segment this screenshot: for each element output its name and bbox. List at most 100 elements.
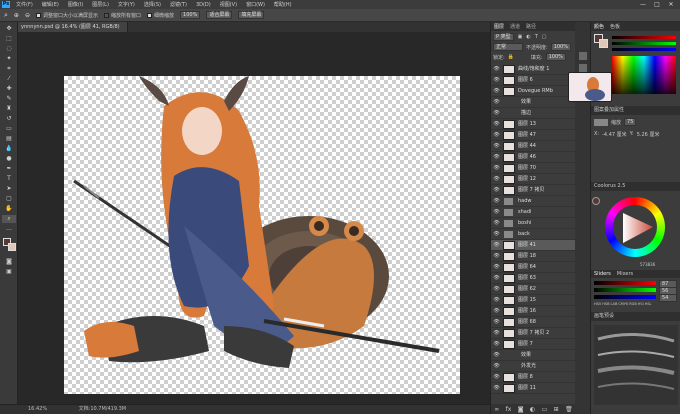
menu-window[interactable]: 窗口(W) xyxy=(246,1,265,8)
navigator-thumbnail[interactable] xyxy=(568,72,612,102)
trash-icon[interactable]: 🗑 xyxy=(565,406,573,413)
zoom-all-windows-checkbox[interactable]: 缩放所有窗口 xyxy=(104,12,141,19)
folder-icon[interactable]: ▭ xyxy=(542,406,548,413)
visibility-eye-icon[interactable]: 👁 xyxy=(493,352,500,359)
visibility-eye-icon[interactable]: 👁 xyxy=(493,286,500,293)
menu-view[interactable]: 视图(V) xyxy=(220,1,237,8)
layer-row[interactable]: 👁 图层 18 xyxy=(491,251,576,262)
green-slider[interactable] xyxy=(612,42,676,45)
layer-row[interactable]: 👁 图层 7 xyxy=(491,339,576,350)
layer-row[interactable]: 👁 外发光 xyxy=(491,361,576,372)
layer-row[interactable]: 👁 shadi xyxy=(491,207,576,218)
layer-kind-filter[interactable]: P 类型 xyxy=(493,33,514,41)
layer-row[interactable]: 👁 效果 xyxy=(491,97,576,108)
coolorus-b-value[interactable]: 54 xyxy=(659,294,677,302)
menu-file[interactable]: 文件(F) xyxy=(16,1,33,8)
layer-row[interactable]: 👁 back xyxy=(491,229,576,240)
pattern-swatch[interactable] xyxy=(594,118,608,126)
layer-row[interactable]: 👁 图层 16 xyxy=(491,306,576,317)
layer-row[interactable]: 👁 图层 44 xyxy=(491,141,576,152)
menu-3d[interactable]: 3D(D) xyxy=(196,2,211,8)
layer-row[interactable]: 👁 效果 xyxy=(491,350,576,361)
tab-swatches[interactable]: 色板 xyxy=(610,23,620,30)
layer-row[interactable]: 👁 图层 68 xyxy=(491,317,576,328)
zoom-in-icon[interactable]: ⊕ xyxy=(14,12,19,19)
tab-mixers[interactable]: Mixers xyxy=(617,271,633,277)
stamp-tool-icon[interactable]: ♜ xyxy=(2,105,16,113)
coolorus-current-color[interactable] xyxy=(592,197,600,205)
layer-row[interactable]: 👁 hadw xyxy=(491,196,576,207)
eyedropper-tool-icon[interactable]: ⁄ xyxy=(2,75,16,83)
background-color-swatch[interactable] xyxy=(8,243,16,251)
visibility-eye-icon[interactable]: 👁 xyxy=(493,121,500,128)
visibility-eye-icon[interactable]: 👁 xyxy=(493,242,500,249)
fill-input[interactable]: 100% xyxy=(545,53,566,61)
blur-tool-icon[interactable]: 💧 xyxy=(2,145,16,153)
screen-mode-icon[interactable]: ▣ xyxy=(2,268,16,276)
visibility-eye-icon[interactable]: 👁 xyxy=(493,110,500,117)
visibility-eye-icon[interactable]: 👁 xyxy=(493,319,500,326)
layer-row[interactable]: 👁 图层 63 xyxy=(491,273,576,284)
mode-hsl[interactable]: HSL xyxy=(645,302,652,308)
visibility-eye-icon[interactable]: 👁 xyxy=(493,154,500,161)
tab-paths[interactable]: 路径 xyxy=(526,23,536,30)
layer-row[interactable]: 👁 图层 7 拷贝 xyxy=(491,185,576,196)
lasso-tool-icon[interactable]: ◌ xyxy=(2,45,16,53)
layer-row[interactable]: 👁 图层 8 xyxy=(491,372,576,383)
layer-row[interactable]: 👁 Dovegue RMb xyxy=(491,86,576,97)
link-icon[interactable]: ∞ xyxy=(494,406,499,413)
zoom-tool-icon[interactable]: ⌕ xyxy=(4,11,8,20)
visibility-eye-icon[interactable]: 👁 xyxy=(493,220,500,227)
minimize-button[interactable]: — xyxy=(636,0,650,9)
visibility-eye-icon[interactable]: 👁 xyxy=(493,132,500,139)
history-brush-tool-icon[interactable]: ↺ xyxy=(2,115,16,123)
move-tool-icon[interactable]: ✥ xyxy=(2,25,16,33)
visibility-eye-icon[interactable]: 👁 xyxy=(493,187,500,194)
visibility-eye-icon[interactable]: 👁 xyxy=(493,253,500,260)
tab-color[interactable]: 颜色 xyxy=(594,23,604,30)
layer-row[interactable]: 👁 图层 6 xyxy=(491,75,576,86)
visibility-eye-icon[interactable]: 👁 xyxy=(493,363,500,370)
layer-row[interactable]: 👁 图层 7 拷贝 2 xyxy=(491,328,576,339)
zoom-tool-icon[interactable]: ⌕ xyxy=(2,215,16,223)
adjust-icon[interactable]: ◐ xyxy=(530,406,535,413)
healing-tool-icon[interactable]: ✚ xyxy=(2,85,16,93)
layer-row[interactable]: 👁 图层 13 xyxy=(491,119,576,130)
brush-preset-list[interactable] xyxy=(594,325,678,405)
path-select-tool-icon[interactable]: ➤ xyxy=(2,185,16,193)
actions-icon[interactable] xyxy=(579,64,587,72)
visibility-eye-icon[interactable]: 👁 xyxy=(493,264,500,271)
visibility-eye-icon[interactable]: 👁 xyxy=(493,330,500,337)
layer-row[interactable]: 👁 boshi xyxy=(491,218,576,229)
maximize-button[interactable]: □ xyxy=(650,0,664,9)
red-slider[interactable] xyxy=(612,36,676,39)
coolorus-b-slider[interactable] xyxy=(594,295,656,299)
canvas-area[interactable] xyxy=(18,32,490,404)
eraser-tool-icon[interactable]: ▭ xyxy=(2,125,16,133)
filter-type-icon[interactable]: T xyxy=(535,34,538,40)
coolorus-r-slider[interactable] xyxy=(594,281,656,285)
mode-cmyk[interactable]: CMYK xyxy=(618,302,628,308)
mode-hsv[interactable]: HSV xyxy=(594,302,601,308)
menu-select[interactable]: 选择(S) xyxy=(144,1,161,8)
mode-hsi[interactable]: HSI xyxy=(638,302,644,308)
visibility-eye-icon[interactable]: 👁 xyxy=(493,143,500,150)
status-zoom[interactable]: 16.42% xyxy=(28,406,47,412)
close-window-button[interactable]: ✕ xyxy=(664,0,678,9)
filter-pixel-icon[interactable]: ▣ xyxy=(518,34,523,40)
layer-row[interactable]: 👁 图层 15 xyxy=(491,295,576,306)
resize-windows-checkbox[interactable]: 调整窗口大小以满屏显示 xyxy=(35,12,98,19)
mask-icon[interactable]: ◙ xyxy=(518,406,524,413)
menu-image[interactable]: 图像(I) xyxy=(68,1,83,8)
shape-tool-icon[interactable]: ▢ xyxy=(2,195,16,203)
dodge-tool-icon[interactable]: ● xyxy=(2,155,16,163)
menu-filter[interactable]: 滤镜(T) xyxy=(170,1,187,8)
fx-icon[interactable]: fx xyxy=(506,406,512,413)
scrubby-zoom-checkbox[interactable]: 细微缩放 xyxy=(147,12,174,19)
visibility-eye-icon[interactable]: 👁 xyxy=(493,297,500,304)
history-icon[interactable] xyxy=(579,52,587,60)
lock-icon[interactable]: 🔒 xyxy=(508,54,514,60)
menu-help[interactable]: 帮助(H) xyxy=(274,1,292,8)
layer-row[interactable]: 👁 描边 xyxy=(491,108,576,119)
layer-row[interactable]: 👁 图层 64 xyxy=(491,262,576,273)
